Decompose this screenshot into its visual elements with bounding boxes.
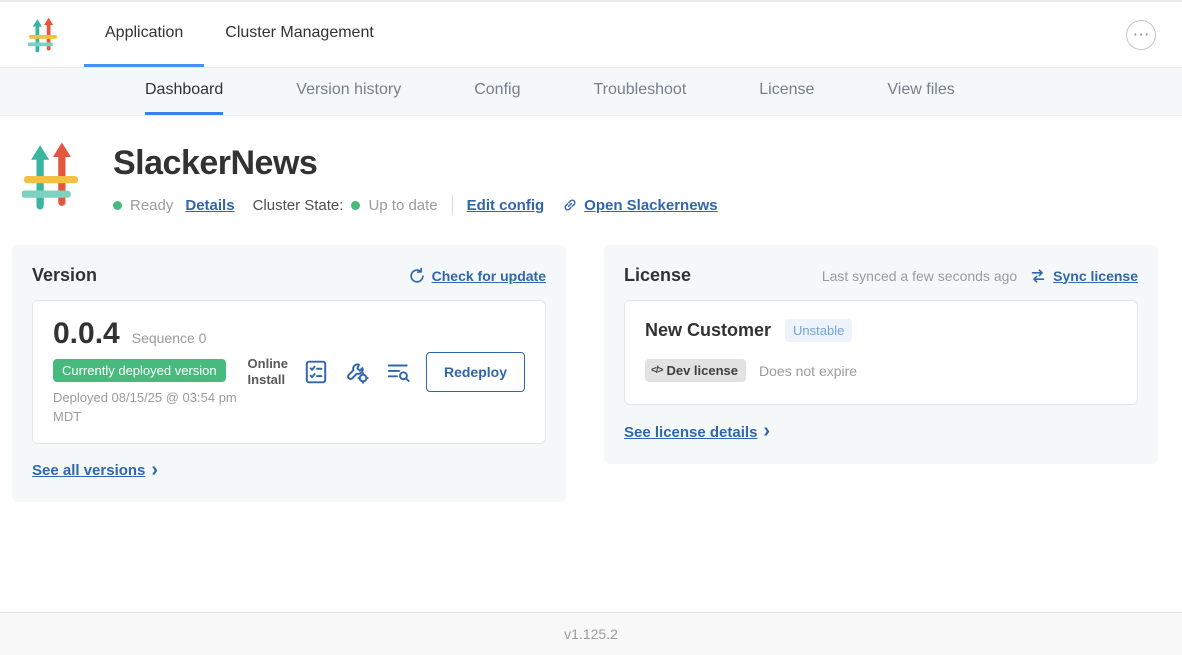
sequence-label: Sequence 0 [132,330,207,346]
dashboard-cards: Version Check for update 0.0.4 Sequence … [0,245,1182,502]
app-status-row: Ready Details Cluster State: Up to date … [113,195,718,215]
version-info: 0.0.4 Sequence 0 Currently deployed vers… [53,317,248,427]
cluster-state-dot [351,201,360,210]
version-card: Version Check for update 0.0.4 Sequence … [12,245,566,502]
expiration-label: Does not expire [759,363,857,379]
license-card-title: License [624,265,691,286]
last-synced-label: Last synced a few seconds ago [822,268,1017,284]
arrows-hash-logo-icon [22,142,80,210]
version-row: 0.0.4 Sequence 0 [53,317,248,351]
subnav-item-license[interactable]: License [759,68,814,115]
tab-application-label: Application [105,24,183,42]
currently-deployed-badge: Currently deployed version [53,359,226,382]
license-card-header: License Last synced a few seconds ago Sy… [624,265,1138,286]
app-subnav: Dashboard Version history Config Trouble… [0,68,1182,116]
sync-license-link[interactable]: Sync license [1029,267,1138,285]
version-card-header: Version Check for update [32,265,546,286]
chevron-right-icon: › [151,460,158,480]
subnav-item-view-files[interactable]: View files [887,68,954,115]
deployed-timestamp: Deployed 08/15/25 @ 03:54 pm MDT [53,389,248,427]
customer-name: New Customer [645,320,771,341]
ready-label: Ready [130,197,173,214]
release-notes-icon[interactable] [303,359,329,385]
more-menu-button[interactable]: ⋯ [1126,20,1156,50]
app-header: SlackerNews Ready Details Cluster State:… [0,116,1182,215]
version-card-title: Version [32,265,97,286]
current-version-panel: 0.0.4 Sequence 0 Currently deployed vers… [32,300,546,444]
tab-cluster-management[interactable]: Cluster Management [204,2,395,67]
version-actions: Online Install [248,352,525,392]
subnav-item-version-history[interactable]: Version history [296,68,401,115]
refresh-icon [408,267,426,285]
license-panel: New Customer Unstable </> Dev license Do… [624,300,1138,405]
top-navbar: Application Cluster Management ⋯ [0,0,1182,68]
product-logo-icon [28,2,58,67]
redeploy-button[interactable]: Redeploy [426,352,525,392]
tab-cluster-management-label: Cluster Management [225,24,374,42]
open-app-link[interactable]: Open Slackernews [562,197,717,214]
check-for-update-link[interactable]: Check for update [408,267,546,285]
external-link-icon [562,197,578,213]
code-icon: </> [651,365,662,376]
sync-icon [1029,267,1047,285]
license-type-row: </> Dev license Does not expire [645,359,1117,382]
config-tools-icon[interactable] [344,359,370,385]
version-number: 0.0.4 [53,317,120,351]
edit-config-link[interactable]: Edit config [467,197,545,214]
channel-badge: Unstable [785,319,852,342]
ready-status-dot [113,201,122,210]
install-type-label: Online Install [248,356,288,389]
vertical-divider [452,195,453,215]
arrows-hash-logo-icon [28,17,58,53]
cluster-state-value: Up to date [368,197,437,214]
app-title: SlackerNews [113,144,718,183]
console-version-label: v1.125.2 [564,626,618,642]
cluster-state-label: Cluster State: [253,197,344,214]
app-logo [22,142,80,215]
subnav-item-troubleshoot[interactable]: Troubleshoot [593,68,686,115]
tab-application[interactable]: Application [84,2,204,67]
license-customer-row: New Customer Unstable [645,319,1117,342]
ellipsis-icon: ⋯ [1133,26,1150,43]
view-logs-icon[interactable] [385,359,411,385]
license-type-badge: </> Dev license [645,359,746,382]
top-tabs: Application Cluster Management [84,2,395,67]
see-license-details-link[interactable]: See license details › [624,423,770,441]
subnav-item-config[interactable]: Config [474,68,520,115]
console-footer: v1.125.2 [0,612,1182,655]
license-card: License Last synced a few seconds ago Sy… [604,245,1158,464]
see-all-versions-link[interactable]: See all versions › [32,462,158,480]
details-link[interactable]: Details [185,197,234,214]
license-card-header-right: Last synced a few seconds ago Sync licen… [822,267,1138,285]
subnav-item-dashboard[interactable]: Dashboard [145,68,223,115]
app-header-text: SlackerNews Ready Details Cluster State:… [113,142,718,215]
chevron-right-icon: › [763,421,770,441]
